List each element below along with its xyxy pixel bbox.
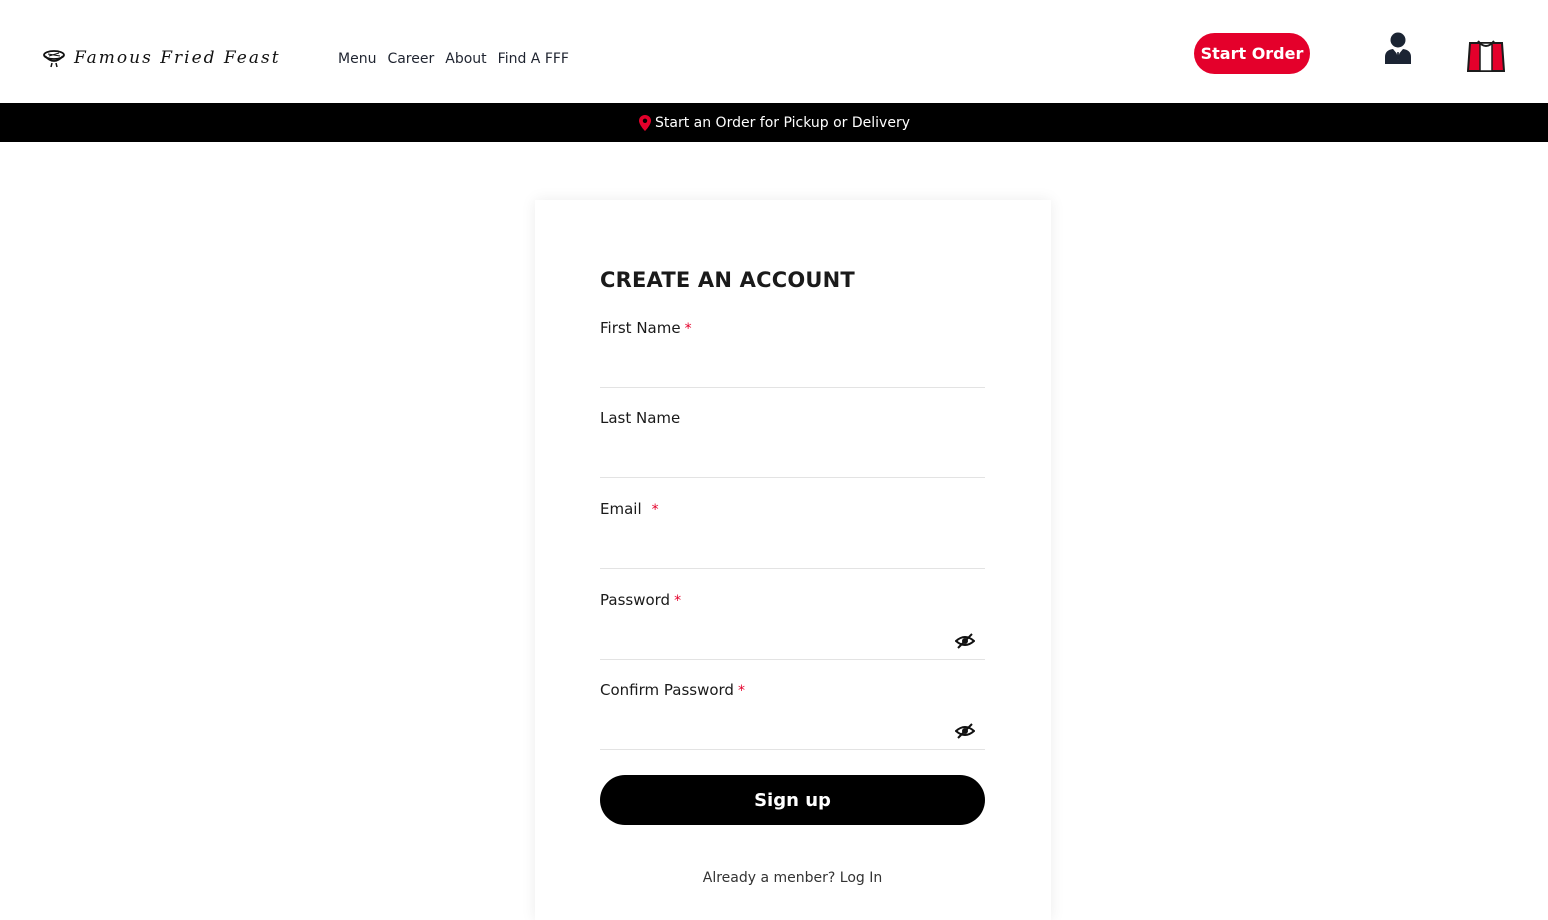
password-label: Password — [600, 591, 671, 609]
email-input[interactable] — [600, 525, 950, 563]
account-icon[interactable] — [1382, 31, 1414, 65]
nav-about[interactable]: About — [445, 51, 486, 67]
order-banner[interactable]: Start an Order for Pickup or Delivery — [0, 103, 1548, 142]
nav-find-fff[interactable]: Find A FFF — [498, 51, 569, 67]
site-header: Famous Fried Feast Menu Career About Fin… — [0, 0, 1548, 103]
email-label: Email — [600, 500, 642, 518]
start-order-button[interactable]: Start Order — [1194, 33, 1310, 74]
banner-text: Start an Order for Pickup or Delivery — [655, 114, 910, 131]
confirm-password-label: Confirm Password — [600, 681, 734, 699]
required-marker: * — [684, 321, 692, 337]
login-prompt: Already a menber? Log In — [600, 870, 985, 886]
first-name-label: First Name — [600, 319, 681, 337]
site-logo[interactable]: Famous Fried Feast — [42, 46, 281, 70]
password-input[interactable] — [600, 616, 950, 654]
confirm-password-field: Confirm Password * — [600, 680, 985, 750]
sign-up-button[interactable]: Sign up — [600, 775, 985, 825]
fryer-bowl-icon — [43, 50, 65, 68]
login-prompt-text: Already a menber? — [702, 870, 836, 886]
signup-card: CREATE AN ACCOUNT First Name * Last Name … — [535, 200, 1051, 920]
eye-slash-icon[interactable] — [955, 722, 975, 740]
last-name-input[interactable] — [600, 434, 950, 472]
first-name-field: First Name * — [600, 318, 985, 388]
login-link[interactable]: Log In — [840, 870, 882, 886]
nav-menu[interactable]: Menu — [338, 51, 376, 67]
map-pin-icon — [639, 114, 651, 131]
eye-slash-icon[interactable] — [955, 632, 975, 650]
first-name-input[interactable] — [600, 344, 950, 382]
nav-career[interactable]: Career — [387, 51, 434, 67]
required-marker: * — [651, 502, 659, 518]
last-name-label: Last Name — [600, 409, 681, 427]
last-name-field: Last Name — [600, 408, 985, 478]
shopping-bag-icon[interactable] — [1467, 37, 1505, 73]
form-title: CREATE AN ACCOUNT — [600, 268, 855, 292]
confirm-password-input[interactable] — [600, 706, 950, 744]
required-marker: * — [737, 683, 745, 699]
required-marker: * — [674, 593, 682, 609]
password-field: Password * — [600, 590, 985, 660]
main-nav: Menu Career About Find A FFF — [338, 51, 569, 67]
email-field: Email * — [600, 499, 985, 569]
logo-text: Famous Fried Feast — [74, 48, 281, 68]
